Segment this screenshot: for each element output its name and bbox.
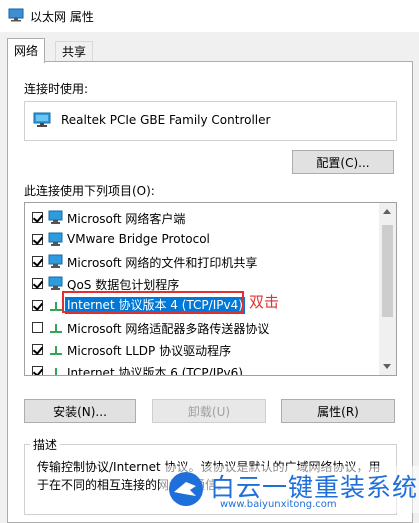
network-service-icon xyxy=(48,254,63,268)
properties-button[interactable]: 属性(R) xyxy=(281,399,395,423)
checkbox[interactable] xyxy=(32,234,44,245)
scroll-thumb[interactable] xyxy=(382,225,393,317)
adapter-box: Realtek PCIe GBE Family Controller xyxy=(24,101,397,141)
title-bar: 以太网 属性 xyxy=(0,0,419,32)
install-button[interactable]: 安装(N)... xyxy=(24,399,136,423)
watermark: 白云一键重装系统 www.baiyunxitong.com xyxy=(160,466,419,513)
list-item-multiplexor[interactable]: Microsoft 网络适配器多路传送器协议 xyxy=(25,317,377,339)
checkbox[interactable] xyxy=(32,256,44,267)
checkbox[interactable] xyxy=(32,344,44,355)
list-item-label: VMware Bridge Protocol xyxy=(67,232,210,246)
network-icon xyxy=(8,8,24,22)
list-item-label: Microsoft 网络客户端 xyxy=(67,212,186,226)
protocol-icon xyxy=(50,346,62,355)
items-label: 此连接使用下列项目(O): xyxy=(24,184,155,198)
protocol-icon xyxy=(50,324,62,333)
list-item-label: Microsoft 网络的文件和打印机共享 xyxy=(67,256,258,270)
list-item-ms-client[interactable]: Microsoft 网络客户端 xyxy=(25,207,377,229)
list-item-file-printer-sharing[interactable]: Microsoft 网络的文件和打印机共享 xyxy=(25,251,377,273)
scroll-up-arrow-icon[interactable] xyxy=(383,209,391,214)
list-item-label: Microsoft LLDP 协议驱动程序 xyxy=(67,344,232,358)
network-service-icon xyxy=(48,276,63,290)
list-scrollbar[interactable] xyxy=(379,203,396,375)
list-item-vmware-bridge[interactable]: VMware Bridge Protocol xyxy=(25,229,377,251)
window-title: 以太网 属性 xyxy=(30,10,94,24)
network-service-icon xyxy=(48,232,63,246)
checkbox[interactable] xyxy=(32,366,44,375)
list-item-label: Microsoft 网络适配器多路传送器协议 xyxy=(67,322,270,336)
bird-logo-icon xyxy=(169,472,203,506)
list-item-label: Internet 协议版本 6 (TCP/IPv6) xyxy=(67,366,243,376)
network-client-icon xyxy=(48,210,63,224)
checkbox[interactable] xyxy=(32,278,44,289)
protocol-icon xyxy=(55,368,57,375)
checkbox[interactable] xyxy=(32,212,44,223)
scroll-down-arrow-icon[interactable] xyxy=(383,364,391,369)
components-list[interactable]: Microsoft 网络客户端 VMware Bridge Protocol M… xyxy=(24,202,397,376)
checkbox[interactable] xyxy=(32,300,44,311)
connect-using-label: 连接时使用: xyxy=(24,82,89,96)
annotation-double-click: 双击 xyxy=(249,293,280,311)
list-item-ipv6[interactable]: Internet 协议版本 6 (TCP/IPv6) xyxy=(25,361,377,376)
network-adapter-icon xyxy=(33,112,51,127)
description-legend: 描述 xyxy=(30,436,61,453)
uninstall-button[interactable]: 卸载(U) xyxy=(152,399,266,423)
checkbox[interactable] xyxy=(32,322,43,333)
list-item-lldp[interactable]: Microsoft LLDP 协议驱动程序 xyxy=(25,339,377,361)
watermark-url: www.baiyunxitong.com xyxy=(220,499,337,510)
annotation-highlight-box xyxy=(62,291,244,313)
configure-button[interactable]: 配置(C)... xyxy=(292,150,394,174)
tab-sharing[interactable]: 共享 xyxy=(55,41,94,62)
adapter-name: Realtek PCIe GBE Family Controller xyxy=(61,113,271,127)
tab-network[interactable]: 网络 xyxy=(7,38,46,63)
